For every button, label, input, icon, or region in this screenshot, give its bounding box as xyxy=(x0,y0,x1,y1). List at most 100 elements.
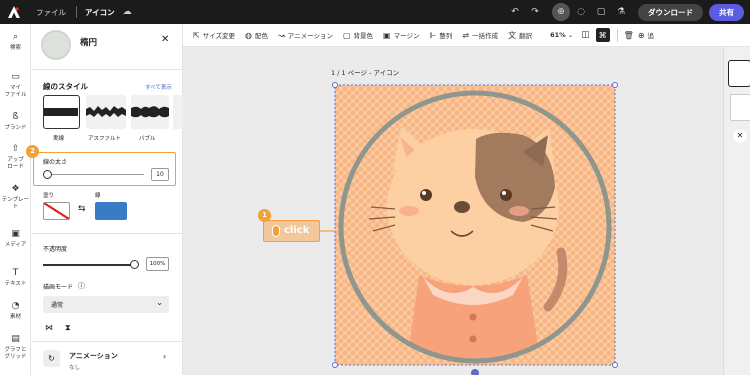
rail-item-8[interactable]: ▤ グラフと グリッド xyxy=(0,334,31,361)
rail-item-1[interactable]: ▭ マイ ファイル xyxy=(0,72,31,99)
background-color-tool[interactable]: ▢ 背景色 xyxy=(342,30,373,41)
animation-tool-icon: ↝ xyxy=(278,30,285,40)
stroke-width-label: 線の太さ xyxy=(43,159,68,166)
media-icon: ▣ xyxy=(11,229,20,239)
color-scheme-tool[interactable]: ◍ 配色 xyxy=(245,30,268,41)
rail-item-label: アップ ロード xyxy=(7,157,24,171)
rail-item-label: ブランド xyxy=(4,125,27,132)
style-asphalt[interactable] xyxy=(86,95,126,129)
trash-icon[interactable]: 🗑 xyxy=(624,31,634,40)
background-icon: ▢ xyxy=(342,30,351,40)
stroke-style-heading: 線のスタイル xyxy=(43,82,88,91)
resize-handle[interactable] xyxy=(332,362,338,368)
layers-icon[interactable]: ◫ xyxy=(581,30,590,40)
chart-icon: ▤ xyxy=(11,334,20,344)
align-tool[interactable]: ⊩ 整列 xyxy=(429,30,452,41)
style-solid[interactable] xyxy=(43,95,80,129)
flip-horizontal-icon[interactable]: ⋈ xyxy=(45,323,53,332)
brand-icon: ß xyxy=(12,112,19,122)
rail-item-label: 検索 xyxy=(9,45,21,52)
bulk-create-tool[interactable]: ⇌ 一括作成 xyxy=(462,30,499,41)
mouse-icon xyxy=(272,225,280,237)
solid-line-preview xyxy=(44,108,78,116)
click-callout: click xyxy=(263,220,320,242)
select-mode-icon[interactable]: ⌘ xyxy=(595,28,610,42)
panel-title: 楕円 xyxy=(80,38,98,48)
stroke-color-swatch[interactable] xyxy=(95,202,127,220)
cloud-icon: ☁ xyxy=(122,7,132,17)
click-label: click xyxy=(284,225,310,236)
add-user-icon[interactable]: ⊕ xyxy=(552,3,570,21)
comment-icon[interactable]: ▢ xyxy=(592,3,610,21)
margin-label: マージン xyxy=(393,32,420,40)
divider xyxy=(76,6,77,18)
file-menu[interactable]: ファイル xyxy=(36,7,66,18)
rail-item-label: テキスト xyxy=(4,281,27,288)
flask-icon[interactable]: ⚗ xyxy=(612,3,630,21)
rail-item-label: マイ ファイル xyxy=(4,85,27,99)
redo-icon[interactable]: ↷ xyxy=(526,3,544,21)
margin-tool[interactable]: ▣ マージン xyxy=(383,30,420,41)
share-button[interactable]: 共有 xyxy=(709,3,744,21)
rail-item-5[interactable]: ▣ メディア xyxy=(0,229,31,249)
opacity-track xyxy=(43,264,135,266)
shape-thumbnail xyxy=(41,30,71,60)
rail-item-7[interactable]: ◔ 素材 xyxy=(0,301,31,321)
rotate-handle[interactable] xyxy=(471,369,479,375)
animation-row[interactable]: ↻ アニメーション なし › xyxy=(31,342,183,375)
fill-label: 塗り xyxy=(43,193,55,199)
stroke-width-slider-thumb[interactable] xyxy=(43,170,52,179)
resize-handle[interactable] xyxy=(612,82,618,88)
rail-item-0[interactable]: ⌕ 検索 xyxy=(0,32,31,52)
toolbar-divider xyxy=(616,28,618,42)
resize-tool[interactable]: ⇱ サイズ変更 xyxy=(193,30,235,41)
plus-icon: ⊕ xyxy=(637,30,645,40)
zoom-control[interactable]: 61% ⌄ xyxy=(550,31,573,39)
undo-icon[interactable]: ↶ xyxy=(506,3,524,21)
bulk-create-label: 一括作成 xyxy=(472,32,499,40)
translate-tool[interactable]: 文翻訳 xyxy=(508,30,532,41)
add-page-button[interactable]: ⊕ 追 xyxy=(637,30,655,41)
properties-panel: 楕円 ✕ 線のスタイル すべて表示 実線 アスファルト バブル 2 線の太さ 1… xyxy=(26,24,183,375)
step-2-badge: 2 xyxy=(26,145,39,158)
animation-icon: ↻ xyxy=(43,350,60,367)
style-more[interactable] xyxy=(173,95,183,129)
document-title[interactable]: アイコン xyxy=(85,7,115,18)
style-solid-label: 実線 xyxy=(53,136,65,142)
palette-icon: ◍ xyxy=(245,30,252,40)
opacity-slider-thumb[interactable] xyxy=(130,260,139,269)
resize-handle[interactable] xyxy=(332,82,338,88)
add-label: 追 xyxy=(647,32,655,40)
rail-item-4[interactable]: ❖ テンプレー ト xyxy=(0,184,31,211)
flip-vertical-icon[interactable]: ⧗ xyxy=(65,323,71,333)
chevron-down-icon: ⌄ xyxy=(567,31,574,39)
adobe-express-logo[interactable] xyxy=(4,0,24,24)
left-rail: ⌕ 検索 ▭ マイ ファイル ß ブランド ⇧ アップ ロード ❖ テンプレー ト ▣ メディア T テキ… xyxy=(0,24,31,375)
animation-label: アニメーション xyxy=(69,352,118,360)
download-button[interactable]: ダウンロード xyxy=(638,3,703,21)
style-bubble[interactable] xyxy=(131,95,169,129)
lightbulb-icon[interactable]: ◌ xyxy=(572,3,590,21)
info-icon[interactable]: ⓘ xyxy=(78,281,85,291)
animation-value: なし xyxy=(69,365,81,371)
rail-item-6[interactable]: T テキスト xyxy=(0,268,31,288)
blend-mode-select[interactable]: 通常 ⌄ xyxy=(43,296,169,313)
rail-item-2[interactable]: ß ブランド xyxy=(0,112,31,132)
logo-icon xyxy=(8,6,20,18)
stroke-width-input[interactable]: 10 xyxy=(151,168,169,181)
stroke-label: 線 xyxy=(95,193,101,199)
blend-mode-label: 描画モード xyxy=(43,284,74,291)
divider xyxy=(31,233,183,234)
swap-icon[interactable]: ⇆ xyxy=(78,204,86,214)
resize-handle[interactable] xyxy=(612,362,618,368)
animation-tool[interactable]: ↝ アニメーション xyxy=(278,30,333,41)
close-icon[interactable]: ✕ xyxy=(161,34,169,45)
page-thumbnail-1[interactable] xyxy=(728,60,750,87)
elements-icon: ◔ xyxy=(11,301,20,311)
page-thumbnail-2[interactable] xyxy=(730,94,750,121)
show-all-link[interactable]: すべて表示 xyxy=(145,83,172,91)
canvas-area: 1 / 1 ページ - アイコン 1 click xyxy=(183,47,723,375)
fill-color-swatch[interactable] xyxy=(43,202,70,220)
collapse-panel-icon[interactable]: ✕ xyxy=(733,129,747,143)
opacity-input[interactable]: 100% xyxy=(146,257,169,271)
